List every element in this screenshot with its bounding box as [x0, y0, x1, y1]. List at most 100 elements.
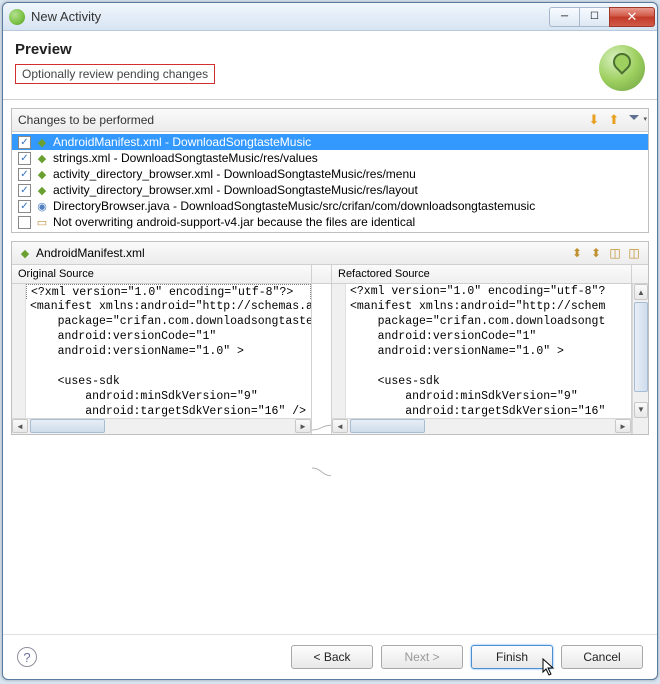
right-gutter: [332, 284, 346, 418]
scroll-up-icon[interactable]: ▲: [634, 284, 648, 300]
right-hscrollbar[interactable]: ◄ ►: [332, 418, 631, 434]
cancel-button[interactable]: Cancel: [561, 645, 643, 669]
checkbox[interactable]: ✓: [18, 136, 31, 149]
changes-panel: Changes to be performed ⬇ ⬆ ✓ ◆ AndroidMan…: [11, 108, 649, 233]
scroll-thumb[interactable]: [30, 419, 105, 433]
next-change-icon[interactable]: ⬇: [586, 112, 602, 128]
scroll-thumb[interactable]: [350, 419, 425, 433]
page-subtitle: Optionally review pending changes: [15, 64, 215, 84]
diff-columns: Original Source Refactored Source: [12, 265, 648, 284]
right-code-pane[interactable]: <?xml version="1.0" encoding="utf-8"?<ma…: [332, 284, 632, 434]
change-label: Not overwriting android-support-v4.jar b…: [53, 215, 415, 229]
diff-section: ◆ AndroidManifest.xml ⬍ ⬍ ◫ ◫ Original S…: [11, 241, 649, 435]
left-column-header: Original Source: [12, 265, 312, 283]
diff-connector: [312, 284, 332, 434]
cursor-icon: [542, 658, 556, 678]
code-line: <uses-sdk: [26, 374, 311, 389]
code-line: [346, 359, 631, 374]
finish-button[interactable]: Finish: [471, 645, 553, 669]
code-line: android:minSdkVersion="9": [26, 389, 311, 404]
prev-change-icon[interactable]: ⬆: [606, 112, 622, 128]
close-button[interactable]: ✕: [609, 7, 655, 27]
code-line: [26, 359, 311, 374]
compare-prev-icon[interactable]: ⬍: [588, 245, 604, 261]
window-title: New Activity: [31, 9, 549, 24]
window-controls: ─ ☐ ✕: [549, 7, 655, 27]
code-line: <?xml version="1.0" encoding="utf-8"?>: [26, 284, 311, 299]
change-row[interactable]: ✓ ◆ strings.xml - DownloadSongtasteMusic/r…: [12, 150, 648, 166]
minimize-button[interactable]: ─: [549, 7, 579, 27]
changes-header: Changes to be performed ⬇ ⬆: [12, 109, 648, 132]
xml-file-icon: ◆: [35, 135, 49, 149]
checkbox[interactable]: ✓: [18, 200, 31, 213]
dialog-window: New Activity ─ ☐ ✕ Preview Optionally re…: [2, 2, 658, 680]
changes-list: ✓ ◆ AndroidManifest.xml - DownloadSongtast…: [12, 132, 648, 232]
left-code-pane[interactable]: <?xml version="1.0" encoding="utf-8"?><m…: [12, 284, 312, 434]
scroll-right-icon[interactable]: ►: [615, 419, 631, 433]
xml-file-icon: ◆: [35, 151, 49, 165]
change-row[interactable]: ✓ ◆ activity_directory_browser.xml - Downl…: [12, 166, 648, 182]
code-line: android:versionName="1.0" >: [346, 344, 631, 359]
vscroll-thumb[interactable]: [634, 302, 648, 392]
change-row[interactable]: ✓ ◆ AndroidManifest.xml - DownloadSongtast…: [12, 134, 648, 150]
checkbox[interactable]: ✓: [18, 152, 31, 165]
maximize-button[interactable]: ☐: [579, 7, 609, 27]
code-line: android:versionCode="1": [26, 329, 311, 344]
back-button[interactable]: < Back: [291, 645, 373, 669]
checkbox[interactable]: [18, 216, 31, 229]
xml-file-icon: ◆: [35, 167, 49, 181]
code-line: android:targetSdkVersion="16" />: [26, 404, 311, 418]
help-icon[interactable]: ?: [17, 647, 37, 667]
connector-header: [312, 265, 332, 283]
next-button: Next >: [381, 645, 463, 669]
finish-label: Finish: [496, 650, 528, 664]
scroll-down-icon[interactable]: ▼: [634, 402, 648, 418]
change-label: AndroidManifest.xml - DownloadSongtasteM…: [53, 135, 311, 149]
code-line: <?xml version="1.0" encoding="utf-8"?: [346, 284, 631, 299]
titlebar[interactable]: New Activity ─ ☐ ✕: [3, 3, 657, 31]
left-gutter: [12, 284, 26, 418]
code-line: <manifest xmlns:android="http://schemas.…: [26, 299, 311, 314]
code-line: package="crifan.com.downloadsongtaste: [26, 314, 311, 329]
change-label: activity_directory_browser.xml - Downloa…: [53, 167, 416, 181]
android-icon: [599, 45, 645, 91]
change-label: activity_directory_browser.xml - Downloa…: [53, 183, 418, 197]
copy-right-icon[interactable]: ◫: [626, 245, 642, 261]
scroll-left-icon[interactable]: ◄: [12, 419, 28, 433]
change-label: strings.xml - DownloadSongtasteMusic/res…: [53, 151, 318, 165]
diff-body: <?xml version="1.0" encoding="utf-8"?><m…: [12, 284, 648, 434]
vscrollbar[interactable]: ▲ ▼: [632, 284, 648, 434]
code-line: android:minSdkVersion="9": [346, 389, 631, 404]
xml-file-icon: ◆: [35, 183, 49, 197]
right-column-header: Refactored Source: [332, 265, 632, 283]
change-label: DirectoryBrowser.java - DownloadSongtast…: [53, 199, 535, 213]
page-title: Preview: [15, 41, 599, 58]
diff-tab-bar: ◆ AndroidManifest.xml ⬍ ⬍ ◫ ◫: [12, 242, 648, 265]
scroll-left-icon[interactable]: ◄: [332, 419, 348, 433]
code-line: <manifest xmlns:android="http://schem: [346, 299, 631, 314]
copy-left-icon[interactable]: ◫: [607, 245, 623, 261]
left-hscrollbar[interactable]: ◄ ►: [12, 418, 311, 434]
checkbox[interactable]: ✓: [18, 184, 31, 197]
filter-button[interactable]: [626, 112, 642, 128]
scroll-right-icon[interactable]: ►: [295, 419, 311, 433]
code-line: android:versionCode="1": [346, 329, 631, 344]
code-line: package="crifan.com.downloadsongt: [346, 314, 631, 329]
changes-title: Changes to be performed: [18, 113, 586, 127]
change-row[interactable]: ✓ ◉ DirectoryBrowser.java - DownloadSongta…: [12, 198, 648, 214]
app-icon: [9, 9, 25, 25]
java-file-icon: ◉: [35, 199, 49, 213]
compare-next-icon[interactable]: ⬍: [569, 245, 585, 261]
xml-file-icon: ◆: [18, 246, 32, 260]
diff-tab-title: AndroidManifest.xml: [36, 246, 145, 260]
button-bar: ? < Back Next > Finish Cancel: [3, 634, 657, 679]
change-row[interactable]: ✓ ◆ activity_directory_browser.xml - Downl…: [12, 182, 648, 198]
jar-file-icon: ▭: [35, 215, 49, 229]
filter-icon: [627, 113, 641, 127]
code-line: <uses-sdk: [346, 374, 631, 389]
scroll-header: [632, 265, 648, 283]
code-line: android:targetSdkVersion="16": [346, 404, 631, 418]
checkbox[interactable]: ✓: [18, 168, 31, 181]
code-line: android:versionName="1.0" >: [26, 344, 311, 359]
change-row[interactable]: ▭ Not overwriting android-support-v4.jar …: [12, 214, 648, 230]
